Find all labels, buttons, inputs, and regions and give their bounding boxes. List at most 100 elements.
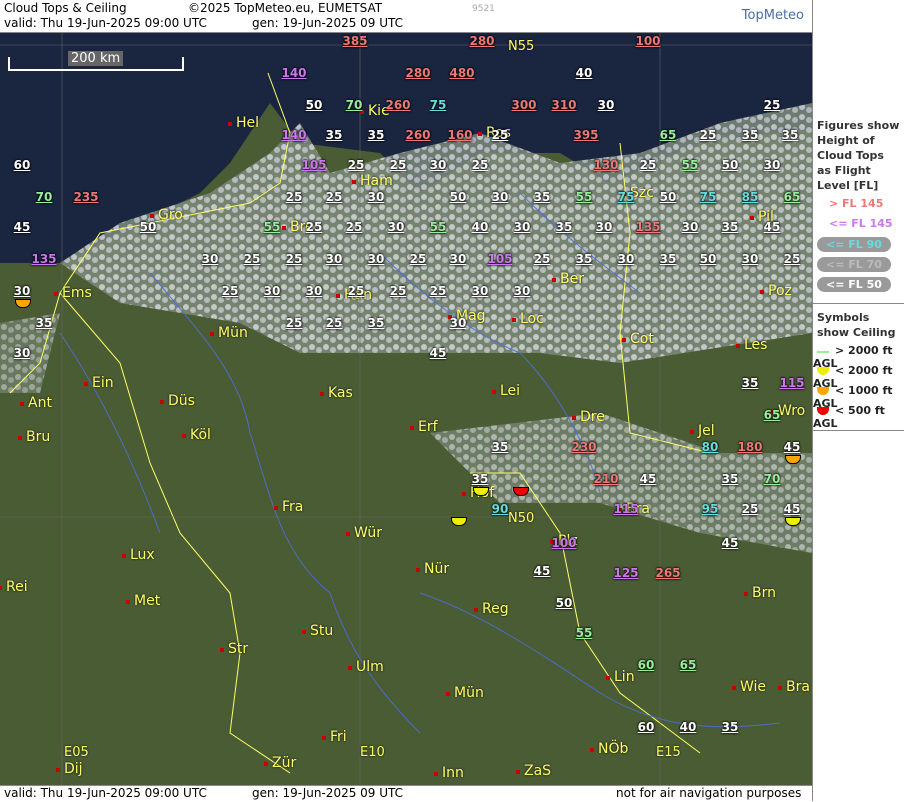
cloud-top-label: 25	[347, 284, 365, 298]
city-label: Mün	[210, 325, 248, 341]
city-label: Dre	[572, 409, 605, 425]
city-marker	[552, 278, 556, 282]
city-marker	[478, 132, 482, 136]
city-marker	[778, 686, 782, 690]
cloud-top-label: 35	[575, 252, 593, 266]
cloud-top-label: 25	[699, 128, 717, 142]
city-marker	[0, 586, 2, 590]
legend-tops-item: <= FL 50	[813, 277, 904, 297]
cloud-top-label: 25	[345, 220, 363, 234]
city-label: Gro	[150, 207, 183, 223]
cloud-top-label: 100	[551, 536, 577, 550]
map-title: Cloud Tops & Ceiling	[4, 1, 127, 15]
city-label: Ein	[84, 375, 114, 391]
cloud-top-label: 160	[447, 128, 473, 142]
city-label: Inn	[434, 765, 464, 781]
generated-time: gen: 19-Jun-2025 09 UTC	[252, 16, 404, 30]
cloud-top-label: 25	[389, 158, 407, 172]
legend-tops-item: <= FL 90	[813, 237, 904, 257]
cloud-top-label: 25	[305, 220, 323, 234]
city-label: Mün	[446, 685, 484, 701]
cloud-top-label: 230	[571, 440, 597, 454]
cloud-top-label: 180	[737, 440, 763, 454]
cloud-top-label: 30	[429, 158, 447, 172]
city-marker	[760, 290, 764, 294]
city-label: Rei	[0, 579, 28, 595]
cloud-top-label: 25	[325, 316, 343, 330]
cloud-top-label: 25	[763, 98, 781, 112]
city-marker	[210, 332, 214, 336]
city-label: Jel	[690, 423, 715, 439]
cloud-top-label: 35	[35, 316, 53, 330]
grid-label: E15	[656, 745, 681, 760]
city-marker	[320, 392, 324, 396]
legend-tops-title: Figures show Height of Cloud Tops as Fli…	[817, 119, 900, 192]
cloud-top-label: 35	[741, 128, 759, 142]
legend-tops-list: > FL 145 <= FL 145 <= FL 90 <= FL 70 <= FL 5…	[813, 197, 904, 297]
cloud-top-label: 50	[721, 158, 739, 172]
footer: valid: Thu 19-Jun-2025 09:00 UTC gen: 19…	[0, 785, 812, 802]
city-marker	[182, 434, 186, 438]
cloud-top-label: 65	[783, 190, 801, 204]
cloud-top-label: 260	[405, 128, 431, 142]
legend-tops-item: <= FL 145	[829, 217, 893, 230]
scale-bar: 200 km	[8, 51, 184, 71]
cloud-top-label: 45	[533, 564, 551, 578]
cloud-top-label: 480	[449, 66, 475, 80]
cloud-top-label: 25	[639, 158, 657, 172]
city-label: Kas	[320, 385, 353, 401]
grid-label: N55	[508, 39, 535, 54]
city-label: Nür	[416, 561, 449, 577]
city-label: Stu	[302, 623, 333, 639]
city-label: Bru	[18, 429, 50, 445]
city-label: Lei	[492, 383, 520, 399]
cloud-top-label: 105	[301, 158, 327, 172]
cloud-top-label: 130	[593, 158, 619, 172]
cloud-top-label: 90	[491, 502, 509, 516]
cloud-top-label: 210	[593, 472, 619, 486]
city-marker	[744, 592, 748, 596]
cloud-top-label: 55	[681, 158, 699, 172]
city-label: NÖb	[590, 741, 628, 757]
header: Cloud Tops & Ceiling ©2025 TopMeteo.eu, …	[0, 0, 812, 33]
city-marker	[462, 492, 466, 496]
city-label: Erf	[410, 419, 438, 435]
city-label: Reg	[474, 601, 509, 617]
cloud-top-label: 30	[325, 252, 343, 266]
footer-disclaimer: not for air navigation purposes	[616, 786, 802, 800]
cloud-top-label: 280	[469, 34, 495, 48]
cloud-top-label: 125	[613, 566, 639, 580]
cloud-top-label: 300	[511, 98, 537, 112]
cloud-top-label: 75	[617, 190, 635, 204]
city-marker	[736, 344, 740, 348]
cloud-top-label: 45	[429, 346, 447, 360]
cloud-top-label: 115	[613, 502, 639, 516]
cloud-top-label: 45	[639, 472, 657, 486]
cloud-top-label: 45	[783, 502, 801, 516]
city-marker	[220, 648, 224, 652]
cloud-top-label: 30	[13, 284, 31, 298]
city-label: Fri	[322, 729, 347, 745]
cloud-top-label: 25	[429, 284, 447, 298]
legend-ceiling-list: > 2000 ft AGL < 2000 ft AGL < 1000 ft AGL <…	[813, 344, 904, 430]
cloud-top-label: 30	[513, 284, 531, 298]
cloud-top-label: 25	[783, 252, 801, 266]
grid-label: N50	[508, 511, 535, 526]
city-marker	[516, 770, 520, 774]
cloud-top-label: 60	[13, 158, 31, 172]
cloud-top-label: 265	[655, 566, 681, 580]
cloud-top-label: 25	[471, 158, 489, 172]
cloud-top-label: 260	[385, 98, 411, 112]
ceiling-symbol-icon	[817, 407, 829, 415]
city-marker	[410, 426, 414, 430]
city-marker	[622, 338, 626, 342]
cloud-top-label: 70	[345, 98, 363, 112]
cloud-top-label: 30	[681, 220, 699, 234]
cloud-top-label: 25	[285, 316, 303, 330]
cloud-top-label: 100	[635, 34, 661, 48]
ceiling-symbol-icon	[817, 387, 829, 395]
cloud-top-label: 30	[367, 190, 385, 204]
cloud-top-label: 35	[659, 252, 677, 266]
cloud-top-label: 30	[367, 252, 385, 266]
city-label: Str	[220, 641, 248, 657]
